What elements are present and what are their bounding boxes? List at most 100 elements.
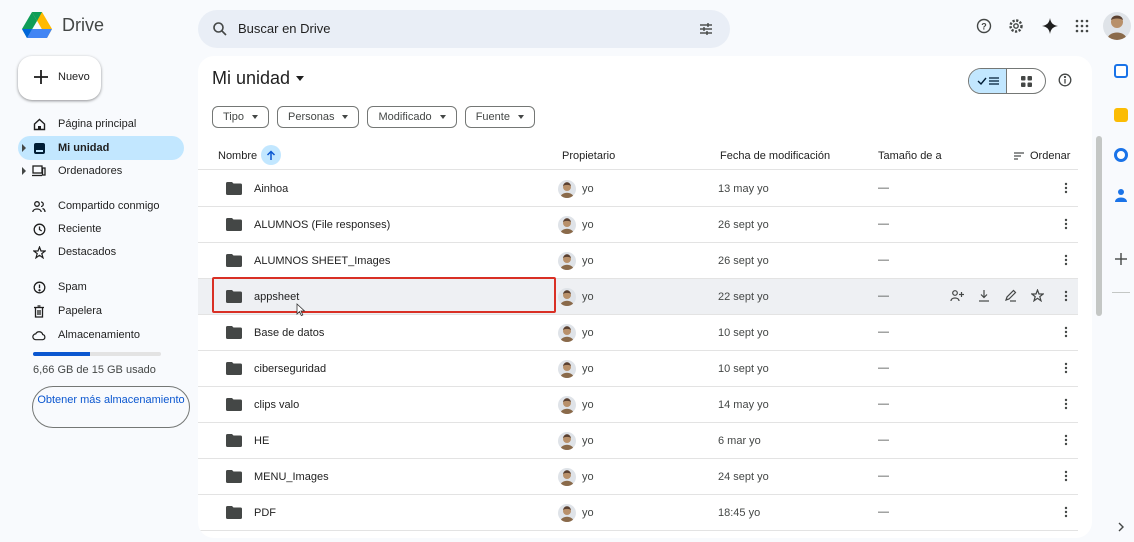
chevron-right-icon[interactable] xyxy=(1114,520,1128,534)
more-options-icon[interactable] xyxy=(1064,182,1068,194)
grid-icon xyxy=(1020,75,1032,87)
sidebar-item-computers[interactable]: Ordenadores xyxy=(18,159,184,183)
expand-arrow-icon[interactable] xyxy=(22,144,26,152)
file-name[interactable]: ciberseguridad xyxy=(254,363,326,375)
trash-icon xyxy=(32,304,46,318)
more-options-icon[interactable] xyxy=(1064,290,1068,302)
search-input[interactable]: Buscar en Drive xyxy=(238,21,330,36)
contacts-icon[interactable] xyxy=(1114,188,1128,202)
sidebar-item-label: Página principal xyxy=(58,118,137,130)
gemini-icon[interactable] xyxy=(1040,16,1060,36)
owner-avatar xyxy=(558,180,576,198)
filter-source[interactable]: Fuente xyxy=(464,106,535,128)
file-name[interactable]: ALUMNOS SHEET_Images xyxy=(254,255,390,267)
drive-logo[interactable]: Drive xyxy=(22,12,104,38)
sidebar-item-my-drive[interactable]: Mi unidad xyxy=(18,136,184,160)
file-name[interactable]: MENU_Images xyxy=(254,471,329,483)
calendar-icon[interactable] xyxy=(1114,64,1128,78)
table-row[interactable]: ciberseguridad yo 10 sept yo — xyxy=(198,351,1078,387)
chevron-down-icon xyxy=(296,76,305,81)
column-size[interactable]: Tamaño de a xyxy=(878,150,942,162)
more-options-icon[interactable] xyxy=(1064,470,1068,482)
sort-ascending-icon[interactable] xyxy=(261,145,281,165)
add-addon-icon[interactable] xyxy=(1114,252,1128,266)
drive-logo-icon xyxy=(22,12,52,38)
column-owner[interactable]: Propietario xyxy=(562,150,615,162)
tasks-icon[interactable] xyxy=(1114,148,1128,162)
share-icon[interactable] xyxy=(950,289,964,302)
search-bar[interactable]: Buscar en Drive xyxy=(198,10,730,48)
filter-label: Fuente xyxy=(475,111,510,123)
file-name[interactable]: ALUMNOS (File responses) xyxy=(254,219,390,231)
filter-label: Personas xyxy=(288,111,335,123)
search-icon[interactable] xyxy=(212,21,228,37)
more-options-icon[interactable] xyxy=(1064,254,1068,266)
file-modified-date: 10 sept yo xyxy=(718,327,769,339)
get-more-storage-button[interactable]: Obtener más almacenamiento xyxy=(32,386,190,428)
sidebar-item-shared[interactable]: Compartido conmigo xyxy=(18,194,184,218)
settings-icon[interactable] xyxy=(1006,16,1026,36)
file-owner: yo xyxy=(582,255,594,267)
table-row[interactable]: HE yo 6 mar yo — xyxy=(198,423,1078,459)
info-icon[interactable] xyxy=(1058,73,1072,87)
new-button[interactable]: Nuevo xyxy=(18,56,101,100)
page-title-text: Mi unidad xyxy=(212,68,291,88)
help-icon[interactable]: ? xyxy=(974,16,994,36)
sidebar-item-trash[interactable]: Papelera xyxy=(18,299,184,323)
sidebar-item-spam[interactable]: Spam xyxy=(18,275,184,299)
table-row[interactable]: Ainhoa yo 13 may yo — xyxy=(198,171,1078,207)
filter-type[interactable]: Tipo xyxy=(212,106,269,128)
apps-grid-icon[interactable] xyxy=(1072,16,1092,36)
column-modified[interactable]: Fecha de modificación xyxy=(720,150,830,162)
sidebar-item-label: Destacados xyxy=(58,246,117,258)
more-options-icon[interactable] xyxy=(1064,398,1068,410)
table-row[interactable]: ALUMNOS SHEET_Images yo 26 sept yo — xyxy=(198,243,1078,279)
more-options-icon[interactable] xyxy=(1064,434,1068,446)
table-row[interactable]: MENU_Images yo 24 sept yo — xyxy=(198,459,1078,495)
folder-icon xyxy=(226,218,242,231)
chevron-down-icon xyxy=(517,115,524,119)
filter-modified[interactable]: Modificado xyxy=(367,106,457,128)
rename-icon[interactable] xyxy=(1004,289,1017,302)
more-options-icon[interactable] xyxy=(1064,326,1068,338)
scrollbar[interactable] xyxy=(1096,136,1102,316)
star-icon[interactable] xyxy=(1031,289,1044,302)
file-size: — xyxy=(878,254,889,266)
keep-icon[interactable] xyxy=(1114,108,1128,122)
list-view-button[interactable] xyxy=(969,69,1008,93)
sidebar-item-label: Mi unidad xyxy=(58,142,110,154)
file-name[interactable]: HE xyxy=(254,435,269,447)
table-row[interactable]: Base de datos yo 10 sept yo — xyxy=(198,315,1078,351)
filter-people[interactable]: Personas xyxy=(277,106,360,128)
storage-usage-text: 6,66 GB de 15 GB usado xyxy=(33,364,156,376)
grid-view-button[interactable] xyxy=(1007,69,1045,93)
table-row[interactable]: clips valo yo 14 may yo — xyxy=(198,387,1078,423)
expand-arrow-icon[interactable] xyxy=(22,167,26,175)
chevron-down-icon xyxy=(342,115,349,119)
sidebar-item-label: Reciente xyxy=(58,223,102,235)
sidebar-item-storage[interactable]: Almacenamiento xyxy=(18,323,184,347)
more-options-icon[interactable] xyxy=(1064,362,1068,374)
sidebar-item-starred[interactable]: Destacados xyxy=(18,240,184,264)
shared-icon xyxy=(32,199,46,213)
sidebar-item-home[interactable]: Página principal xyxy=(18,112,184,136)
table-row[interactable]: PDF yo 18:45 yo — xyxy=(198,495,1078,531)
column-name[interactable]: Nombre xyxy=(218,150,257,162)
view-toggle[interactable] xyxy=(968,68,1046,94)
file-size: — xyxy=(878,398,889,410)
file-name[interactable]: Ainhoa xyxy=(254,183,288,195)
account-avatar[interactable] xyxy=(1103,12,1131,40)
file-name[interactable]: Base de datos xyxy=(254,327,324,339)
search-options-icon[interactable] xyxy=(698,21,714,37)
page-title[interactable]: Mi unidad xyxy=(212,68,305,89)
sidebar-item-label: Papelera xyxy=(58,305,103,317)
sidebar-item-recent[interactable]: Reciente xyxy=(18,217,184,241)
more-options-icon[interactable] xyxy=(1064,218,1068,230)
table-row[interactable]: ALUMNOS (File responses) yo 26 sept yo — xyxy=(198,207,1078,243)
sort-button[interactable]: Ordenar xyxy=(1014,150,1070,162)
file-name[interactable]: PDF xyxy=(254,507,276,519)
download-icon[interactable] xyxy=(978,289,990,302)
more-options-icon[interactable] xyxy=(1064,506,1068,518)
file-owner: yo xyxy=(582,327,594,339)
file-name[interactable]: clips valo xyxy=(254,399,299,411)
